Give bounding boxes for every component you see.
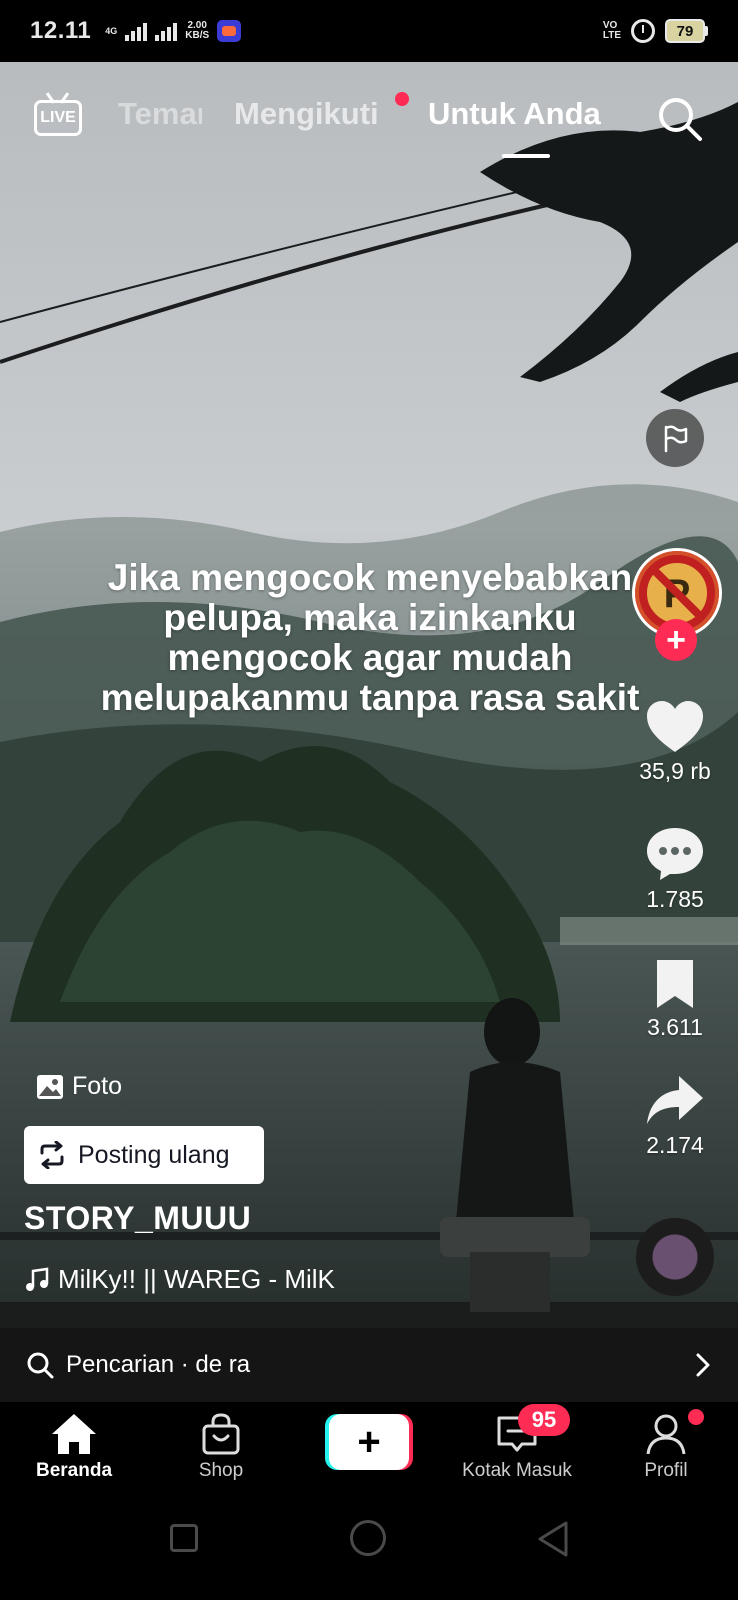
search-button[interactable] bbox=[656, 95, 704, 143]
live-button[interactable]: LIVE bbox=[34, 92, 82, 142]
system-nav-bar bbox=[0, 1494, 738, 1600]
share-button[interactable]: 2.174 bbox=[620, 1074, 730, 1159]
repost-icon bbox=[40, 1141, 64, 1169]
network-type-label: 4G bbox=[105, 26, 118, 36]
search-icon bbox=[27, 1352, 54, 1379]
profile-icon bbox=[646, 1414, 686, 1455]
live-icon: LIVE bbox=[34, 100, 82, 136]
post-type-tag: Foto bbox=[36, 1072, 122, 1101]
search-suggestion-text: Pencarian · de ra bbox=[66, 1351, 251, 1378]
signal-icon bbox=[125, 21, 148, 41]
inbox-badge: 95 bbox=[518, 1404, 570, 1436]
bottom-nav: Beranda Shop + Kotak Masuk Profil bbox=[0, 1402, 738, 1494]
signal-icon-2 bbox=[155, 21, 178, 41]
repost-button[interactable]: Posting ulang bbox=[24, 1126, 264, 1184]
nav-shop[interactable]: Shop bbox=[151, 1412, 291, 1482]
recent-apps-icon[interactable] bbox=[170, 1524, 198, 1552]
music-title: MilKy!! || WAREG - MilK bbox=[58, 1264, 335, 1294]
comment-button[interactable]: 1.785 bbox=[620, 826, 730, 913]
search-suggestion-bar[interactable]: Pencarian · de ra bbox=[0, 1328, 738, 1402]
battery-level: 79 bbox=[665, 19, 705, 43]
photo-icon bbox=[37, 1074, 63, 1099]
status-time: 12.11 bbox=[30, 17, 92, 44]
music-info[interactable]: MilKy!! || WAREG - MilK bbox=[24, 1264, 335, 1295]
status-bar: 12.11 4G 2.00 KB/S VO LTE 79 bbox=[0, 0, 738, 62]
creator-username[interactable]: STORY_MUUU bbox=[24, 1200, 251, 1237]
nav-inbox-label: Kotak Masuk bbox=[462, 1460, 572, 1481]
follow-button[interactable]: + bbox=[655, 619, 697, 661]
battery-icon: 79 bbox=[665, 19, 708, 43]
tab-following[interactable]: Mengikuti bbox=[234, 96, 379, 132]
back-icon[interactable] bbox=[536, 1520, 570, 1558]
repost-label: Posting ulang bbox=[78, 1140, 230, 1169]
music-disc-icon[interactable] bbox=[636, 1218, 714, 1296]
lazada-notification-icon bbox=[217, 20, 242, 42]
home-system-icon[interactable] bbox=[350, 1520, 386, 1556]
home-icon bbox=[52, 1414, 96, 1454]
like-button[interactable]: 35,9 rb bbox=[620, 700, 730, 785]
network-speed: 2.00 KB/S bbox=[185, 20, 210, 41]
volte-icon: VO LTE bbox=[602, 20, 621, 41]
bookmark-icon bbox=[657, 960, 693, 1008]
save-count: 3.611 bbox=[647, 1014, 703, 1040]
report-button[interactable] bbox=[646, 409, 704, 467]
search-icon bbox=[659, 98, 702, 141]
following-new-dot bbox=[395, 92, 409, 106]
nav-profile[interactable]: Profil bbox=[596, 1412, 736, 1482]
heart-icon bbox=[647, 701, 703, 752]
top-tabs: LIVE Teman Mengikuti Untuk Anda bbox=[0, 62, 738, 172]
active-tab-indicator bbox=[502, 154, 550, 158]
nav-shop-label: Shop bbox=[198, 1460, 244, 1481]
save-button[interactable]: 3.611 bbox=[620, 958, 730, 1041]
flag-icon bbox=[664, 425, 688, 453]
post-overlay-text: Jika mengocok menyebabkan pelupa, maka i… bbox=[100, 557, 640, 718]
like-count: 35,9 rb bbox=[639, 758, 711, 784]
plus-icon: + bbox=[329, 1414, 409, 1470]
tab-friends[interactable]: Teman bbox=[118, 96, 202, 132]
tab-for-you[interactable]: Untuk Anda bbox=[428, 96, 601, 132]
chevron-right-icon bbox=[696, 1353, 710, 1377]
comment-icon bbox=[647, 828, 703, 880]
create-button[interactable]: + bbox=[325, 1414, 413, 1470]
share-arrow-icon bbox=[647, 1076, 703, 1124]
music-note-icon bbox=[26, 1267, 49, 1291]
share-count: 2.174 bbox=[646, 1132, 704, 1158]
profile-notification-dot bbox=[688, 1409, 704, 1425]
comment-count: 1.785 bbox=[646, 886, 704, 912]
alarm-icon bbox=[631, 19, 655, 43]
nav-home[interactable]: Beranda bbox=[4, 1412, 144, 1482]
post-type-label: Foto bbox=[72, 1072, 123, 1100]
nav-profile-label: Profil bbox=[644, 1460, 688, 1481]
shopping-bag-icon bbox=[202, 1413, 240, 1455]
nav-home-label: Beranda bbox=[35, 1460, 113, 1481]
